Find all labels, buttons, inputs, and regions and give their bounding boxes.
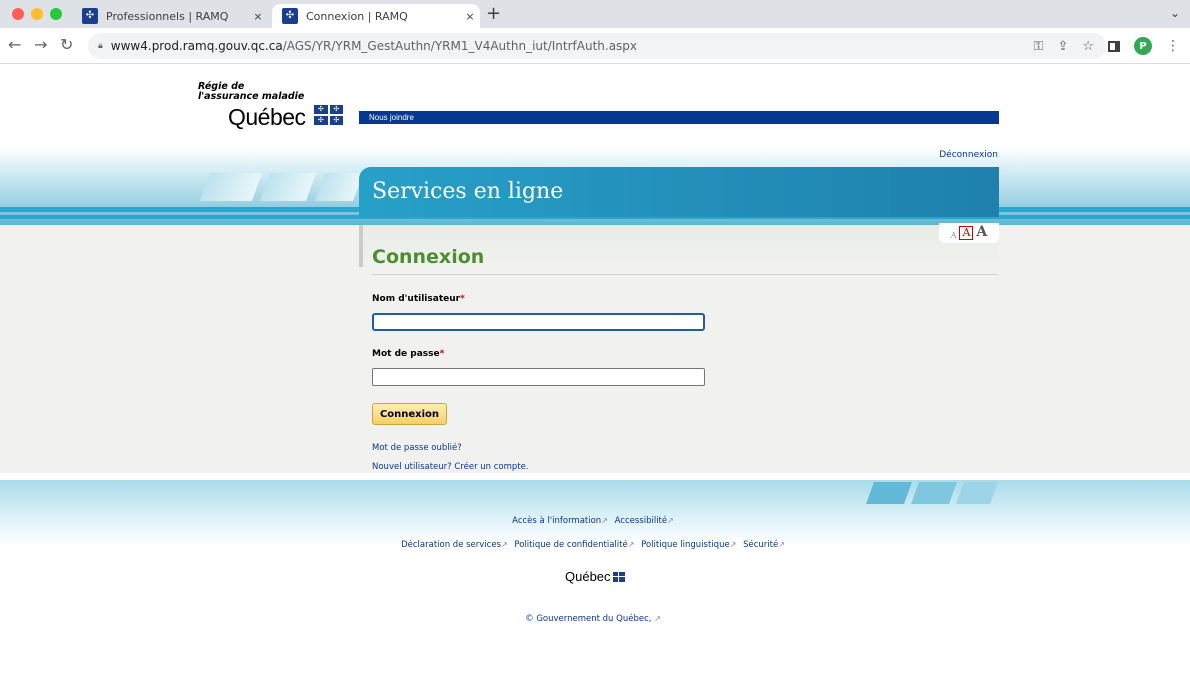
external-link-icon: ↗ [667, 516, 674, 525]
tab-professionnels[interactable]: ✣ Professionnels | RAMQ × [72, 4, 268, 28]
quebec-flag-icon [612, 571, 625, 582]
external-link-icon: ↗ [729, 540, 737, 549]
back-arrow-icon[interactable]: ← [8, 36, 21, 54]
password-input[interactable] [372, 368, 705, 386]
footer-link-declaration-services[interactable]: Déclaration de services [401, 540, 501, 550]
side-panel-icon[interactable] [1108, 40, 1120, 52]
close-tab-icon[interactable]: × [460, 10, 480, 23]
title-divider [372, 274, 998, 275]
close-tab-icon[interactable]: × [248, 10, 268, 23]
tab-search-chevron-icon[interactable]: ⌄ [1170, 6, 1180, 20]
external-link-icon: ↗ [501, 540, 508, 549]
key-icon[interactable]: ⚿ [1034, 39, 1044, 54]
browser-tab-strip: ✣ Professionnels | RAMQ × ✣ Connexion | … [0, 0, 1190, 28]
nous-joindre-link[interactable]: Nous joindre [359, 111, 999, 124]
reload-icon[interactable]: ↻ [60, 36, 73, 54]
tab-title: Professionnels | RAMQ [106, 9, 229, 23]
tab-connexion[interactable]: ✣ Connexion | RAMQ × [272, 4, 480, 28]
tab-title: Connexion | RAMQ [306, 9, 408, 23]
footer-quebec-logo[interactable]: Québec [565, 569, 625, 584]
lock-icon: 🔒︎ [98, 41, 103, 51]
username-label: Nom d'utilisateur* [372, 294, 465, 304]
quebec-flag-icon: ✣ ✣ ✣ ✣ [314, 105, 343, 125]
footer-links-row-1: Accès à l'information↗ Accessibilité↗ [0, 516, 1190, 526]
url-path: /AGS/YR/YRM_GestAuthn/YRM1_V4Authn_iut/I… [282, 39, 638, 53]
logo-line-assurance: l'assurance maladie [198, 91, 305, 102]
url-host: www4.prod.ramq.gouv.qc.ca [110, 39, 283, 53]
deconnexion-link[interactable]: Déconnexion [930, 150, 998, 160]
logo-quebec: Québec [228, 104, 306, 130]
address-bar[interactable]: 🔒︎ www4.prod.ramq.gouv.qc.ca/AGS/YR/YRM_… [88, 33, 1106, 59]
ramq-logo[interactable]: Régie de l'assurance maladie Québec ✣ ✣ ✣ ✣ [198, 82, 348, 130]
close-window-button[interactable] [12, 8, 24, 20]
forward-arrow-icon[interactable]: → [34, 36, 47, 54]
page-title: Connexion [372, 246, 485, 268]
copyright-line: © Gouvernement du Québec, ↗ [0, 614, 1190, 624]
external-link-icon: ↗ [778, 540, 785, 549]
footer-decoration [865, 482, 913, 504]
footer-link-acces-information[interactable]: Accès à l'information [512, 516, 601, 526]
services-title: Services en ligne [359, 167, 999, 217]
maximize-window-button[interactable] [50, 8, 62, 20]
footer-link-securite[interactable]: Sécurité [743, 540, 778, 550]
required-mark: * [460, 294, 465, 304]
copyright-link[interactable]: © Gouvernement du Québec, [525, 614, 651, 624]
password-label: Mot de passe* [372, 349, 445, 359]
kebab-menu-icon[interactable]: ⋮ [1166, 38, 1180, 54]
font-large-button[interactable]: A [976, 224, 987, 240]
footer-link-politique-linguistique[interactable]: Politique linguistique [641, 540, 730, 550]
content-accent-bar [359, 225, 363, 267]
bookmark-star-icon[interactable]: ☆ [1082, 39, 1094, 54]
new-user-link[interactable]: Nouvel utilisateur? Créer un compte. [372, 462, 529, 472]
footer-links-row-2: Déclaration de services↗ Politique de co… [0, 540, 1190, 550]
ramq-favicon-icon: ✣ [282, 8, 298, 24]
footer-quebec-wordmark: Québec [565, 569, 611, 584]
required-mark: * [439, 349, 445, 359]
footer-link-politique-confidentialite[interactable]: Politique de confidentialité [514, 540, 627, 550]
footer-decoration [910, 482, 958, 504]
external-link-icon: ↗ [654, 614, 661, 623]
ramq-favicon-icon: ✣ [82, 8, 98, 24]
font-medium-button[interactable]: A [959, 226, 974, 240]
profile-avatar[interactable]: P [1134, 37, 1152, 55]
font-small-button[interactable]: A [951, 231, 957, 240]
forgot-password-link[interactable]: Mot de passe oublié? [372, 443, 462, 453]
share-icon[interactable]: ⇪ [1057, 39, 1068, 54]
footer-link-accessibilite[interactable]: Accessibilité [615, 516, 668, 526]
minimize-window-button[interactable] [31, 8, 43, 20]
new-tab-button[interactable]: + [486, 3, 501, 24]
header-decoration [199, 173, 263, 201]
page-viewport: Régie de l'assurance maladie Québec ✣ ✣ ✣ ✣… [0, 65, 1190, 684]
username-input[interactable] [372, 313, 705, 331]
external-link-icon: ↗ [601, 516, 608, 525]
external-link-icon: ↗ [627, 540, 635, 549]
footer-band [0, 480, 1190, 545]
connexion-button[interactable]: Connexion [372, 403, 447, 425]
browser-toolbar: ← → ↻ 🔒︎ www4.prod.ramq.gouv.qc.ca/AGS/Y… [0, 28, 1190, 64]
font-size-switcher: A A A [939, 223, 999, 243]
